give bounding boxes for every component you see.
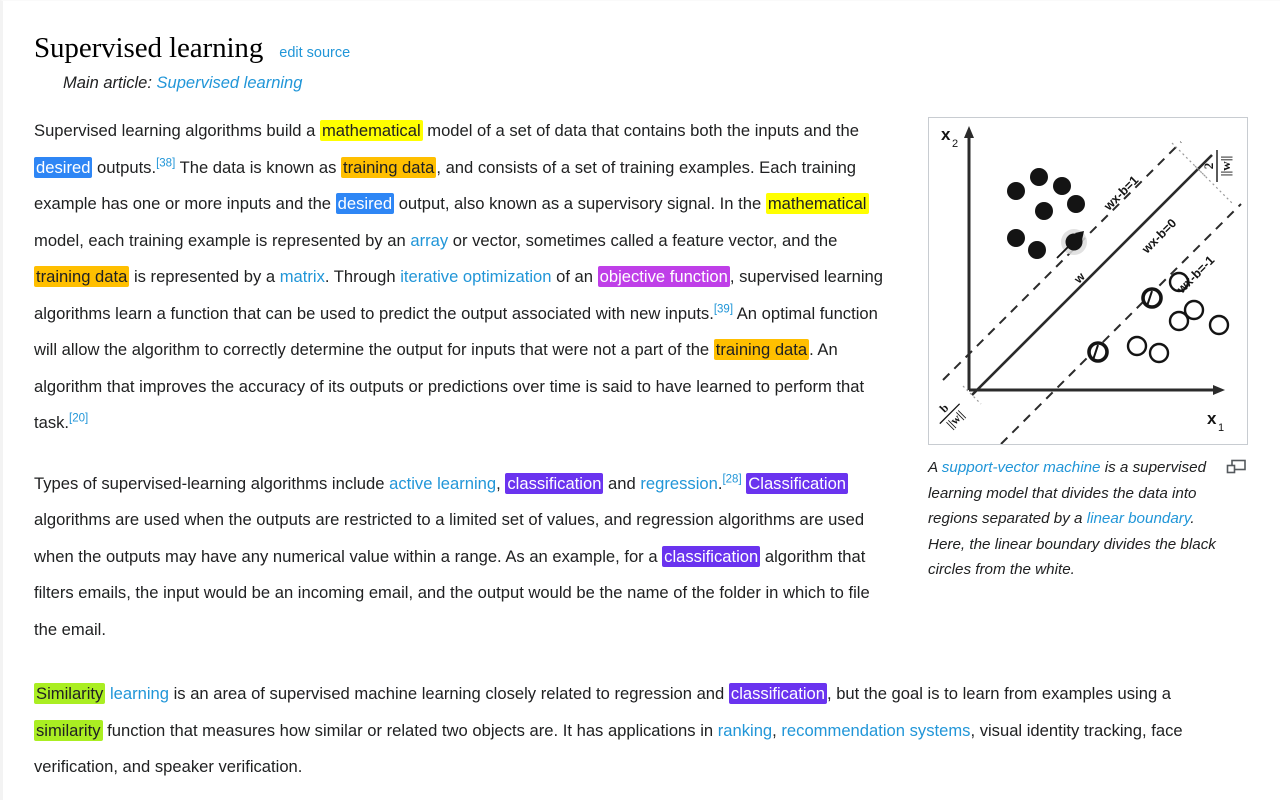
reference-39[interactable]: [39] [714, 303, 733, 315]
link-regression[interactable]: regression [640, 474, 717, 493]
highlight-objective-function: objective function [597, 266, 730, 287]
text-run: outputs. [92, 157, 157, 177]
link-learning[interactable]: learning [110, 684, 169, 703]
highlight-similarity: similarity [34, 719, 103, 741]
text-run: The data is known as [175, 157, 342, 177]
highlight-training-data: training data [34, 266, 130, 287]
text-run: . Through [324, 267, 401, 286]
text-run: A [928, 459, 942, 476]
highlight-classification: classification [728, 683, 827, 704]
edit-source-link[interactable]: edit source [279, 45, 350, 61]
section-header: Supervised learning edit source [34, 31, 914, 65]
figure-caption: A support-vector machine is a supervised… [928, 455, 1248, 583]
article-body: Supervised learning algorithms build a m… [34, 113, 1183, 776]
enlarge-icon[interactable] [1226, 458, 1248, 474]
svg-text:2: 2 [952, 138, 958, 150]
text-run: is represented by a [129, 267, 280, 286]
axis-y-label: x [941, 125, 951, 144]
page-title: Supervised learning [34, 32, 264, 64]
reference-28[interactable]: [28] [722, 473, 741, 485]
highlight-training-data: training data [713, 339, 810, 360]
highlight-classification: classification [662, 545, 761, 567]
highlight-classification: Classification [746, 472, 849, 494]
svm-diagram-svg: x 2 x 1 wx-b=1 wx-b=0 wx-b=-1 2 ||w|| b … [929, 118, 1247, 444]
text-run: is an area of supervised machine learnin… [168, 684, 729, 703]
text-run: , but the goal is to learn from examples… [826, 684, 1172, 703]
hatnote-link-supervised-learning[interactable]: Supervised learning [157, 74, 303, 92]
highlight-mathematical: mathematical [765, 193, 869, 214]
link-support-vector-machine[interactable]: support-vector machine [942, 459, 1101, 476]
text-run: model, each training example is represen… [34, 230, 411, 250]
highlight-desired: desired [34, 156, 93, 178]
text-run: and [603, 473, 641, 493]
text-run: Types of supervised-learning algorithms … [34, 473, 390, 493]
svg-text:1: 1 [1218, 422, 1224, 434]
article-page: Supervised learning edit source Main art… [0, 0, 1280, 800]
highlight-desired: desired [335, 193, 395, 214]
link-active-learning[interactable]: active learning [389, 474, 496, 493]
svg-text:2: 2 [1201, 163, 1216, 170]
text-run: of an [551, 267, 598, 286]
link-linear-boundary[interactable]: linear boundary [1087, 510, 1191, 527]
hatnote: Main article: Supervised learning [63, 72, 302, 94]
link-ranking[interactable]: ranking [718, 721, 772, 740]
text-run: Supervised learning algorithms build a [34, 121, 320, 140]
paragraph-3: Similarity learning is an area of superv… [34, 676, 1199, 786]
hatnote-prefix: Main article: [63, 74, 152, 92]
link-array[interactable]: array [410, 231, 448, 250]
reference-38[interactable]: [38] [156, 157, 175, 169]
text-run: , [496, 473, 506, 493]
link-matrix[interactable]: matrix [280, 267, 325, 286]
highlight-classification: classification [505, 472, 604, 494]
text-run: or vector, sometimes called a feature ve… [448, 230, 838, 250]
reference-20[interactable]: [20] [69, 412, 88, 425]
paragraph-1: Supervised learning algorithms build a m… [34, 113, 896, 442]
highlight-mathematical: mathematical [319, 120, 423, 141]
text-run: model of a set of data that contains bot… [422, 121, 859, 140]
svg-text:||w||: ||w|| [1218, 156, 1233, 177]
svm-diagram[interactable]: x 2 x 1 wx-b=1 wx-b=0 wx-b=-1 2 ||w|| b … [928, 117, 1248, 445]
link-recommendation-systems[interactable]: recommendation systems [781, 721, 970, 740]
axis-x-label: x [1207, 409, 1217, 428]
text-run: output, also known as a supervisory sign… [394, 194, 766, 213]
highlight-training-data: training data [341, 156, 437, 178]
highlight-similarity: Similarity [34, 683, 106, 704]
figure-thumbnail: x 2 x 1 wx-b=1 wx-b=0 wx-b=-1 2 ||w|| b … [928, 117, 1248, 583]
link-iterative-optimization[interactable]: iterative optimization [400, 267, 551, 286]
text-run: function that measures how similar or re… [102, 720, 718, 740]
paragraph-2: Types of supervised-learning algorithms … [34, 466, 896, 649]
